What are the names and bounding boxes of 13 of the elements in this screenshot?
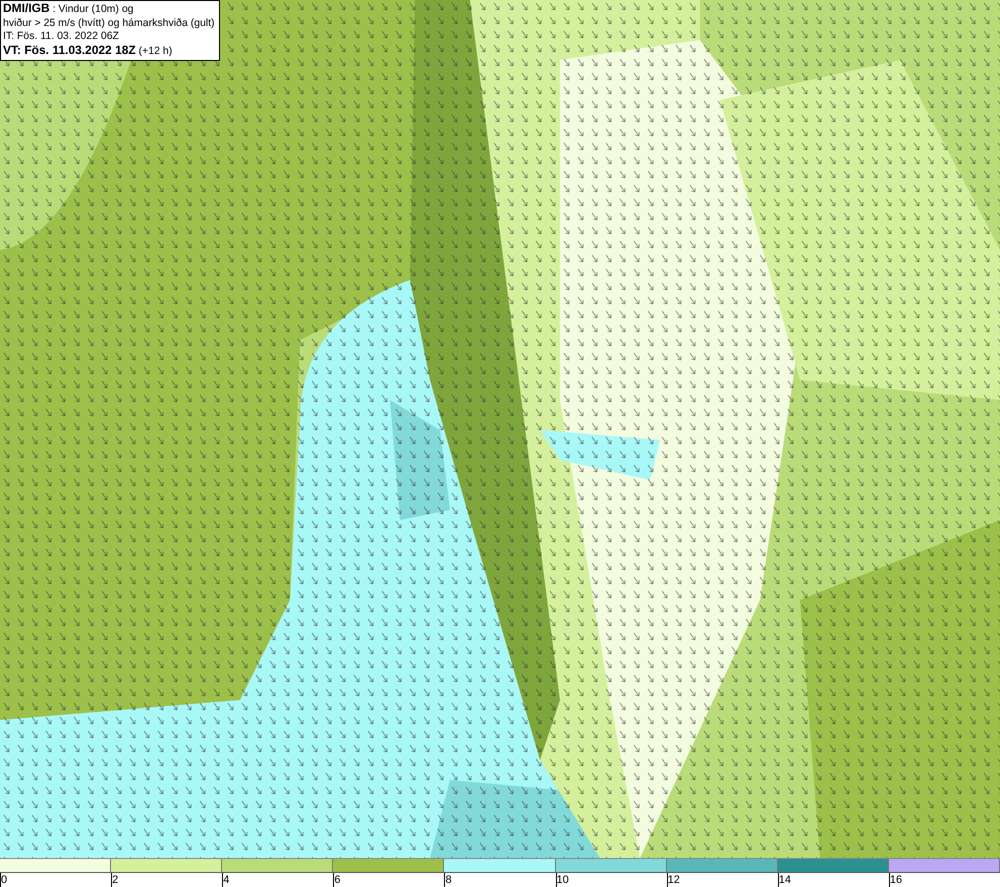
legend-label: 8 bbox=[445, 874, 452, 886]
legend-label: 4 bbox=[223, 874, 230, 886]
legend-label: 2 bbox=[112, 874, 118, 886]
legend-label: 0 bbox=[1, 874, 8, 886]
legend-label: 6 bbox=[334, 874, 340, 886]
valid-time: VT: Fös. 11.03.2022 18Z (+12 h) bbox=[3, 44, 174, 58]
legend-label: 16 bbox=[890, 874, 902, 886]
title-text: DMI/IGB : Vindur (10m) og bbox=[3, 2, 135, 16]
subtitle-text: hviður > 25 m/s (hvítt) og hámarkshviða (gult) bbox=[3, 16, 215, 30]
issue-time: IT: Fös. 11. 03. 2022 06Z bbox=[3, 30, 120, 44]
legend-label: 14 bbox=[778, 874, 792, 886]
legend-label: 12 bbox=[668, 874, 680, 886]
legend-label: 10 bbox=[556, 874, 569, 886]
